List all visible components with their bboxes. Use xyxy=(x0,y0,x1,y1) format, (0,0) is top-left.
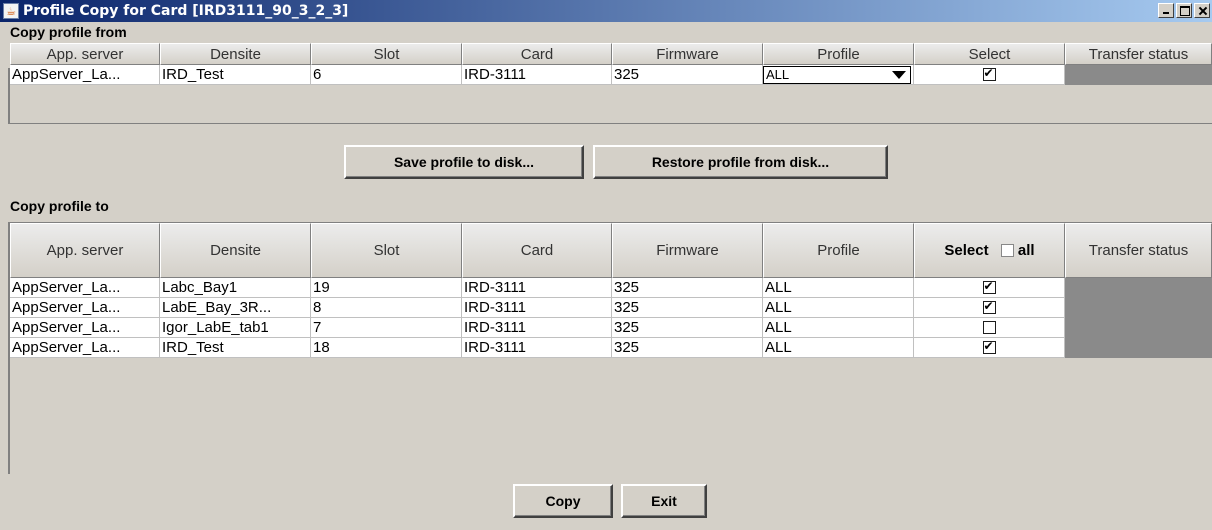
target-select-checkbox[interactable] xyxy=(982,299,996,314)
cell-app-server[interactable]: AppServer_La... xyxy=(10,278,160,298)
cell-select xyxy=(914,278,1065,298)
cell-profile[interactable]: ALL xyxy=(763,278,914,298)
target-rows: AppServer_La... Labc_Bay1 19 IRD-3111 325 ALL… xyxy=(10,278,1212,358)
copy-from-header-row: App. server Densite Slot Card Firmware P… xyxy=(10,43,1212,65)
cell-transfer-status xyxy=(1065,338,1212,358)
select-all-checkbox[interactable] xyxy=(1000,243,1014,257)
header-firmware[interactable]: Firmware xyxy=(612,223,763,278)
restore-profile-button[interactable]: Restore profile from disk... xyxy=(593,145,888,179)
minimize-button[interactable] xyxy=(1158,3,1174,18)
target-row[interactable]: AppServer_La... Labc_Bay1 19 IRD-3111 325 ALL xyxy=(10,278,1212,298)
cell-transfer-status xyxy=(1065,65,1212,85)
header-select[interactable]: Select xyxy=(914,43,1065,65)
cell-select xyxy=(914,338,1065,358)
copy-to-header-row: App. server Densite Slot Card Firmware P… xyxy=(10,223,1212,278)
title-bar[interactable]: ☕ Profile Copy for Card [IRD3111_90_3_2_… xyxy=(0,0,1212,22)
cell-app-server[interactable]: AppServer_La... xyxy=(10,318,160,338)
exit-button[interactable]: Exit xyxy=(621,484,707,518)
cell-densite[interactable]: LabE_Bay_3R... xyxy=(160,298,311,318)
cell-select xyxy=(914,318,1065,338)
header-app-server[interactable]: App. server xyxy=(10,43,160,65)
cell-transfer-status xyxy=(1065,318,1212,338)
header-densite[interactable]: Densite xyxy=(160,223,311,278)
source-select-checkbox[interactable] xyxy=(982,66,996,81)
copy-button[interactable]: Copy xyxy=(513,484,613,518)
header-transfer-status[interactable]: Transfer status xyxy=(1065,43,1212,65)
header-app-server[interactable]: App. server xyxy=(10,223,160,278)
cell-densite[interactable]: IRD_Test xyxy=(160,338,311,358)
cell-app-server[interactable]: AppServer_La... xyxy=(10,65,160,85)
header-profile[interactable]: Profile xyxy=(763,223,914,278)
select-all-label: all xyxy=(1017,242,1035,259)
header-card[interactable]: Card xyxy=(462,223,612,278)
cell-card[interactable]: IRD-3111 xyxy=(462,298,612,318)
copy-from-table: App. server Densite Slot Card Firmware P… xyxy=(10,43,1212,85)
copy-to-label: Copy profile to xyxy=(10,198,109,214)
header-transfer-status[interactable]: Transfer status xyxy=(1065,223,1212,278)
cell-select xyxy=(914,298,1065,318)
cell-slot[interactable]: 19 xyxy=(311,278,462,298)
header-slot[interactable]: Slot xyxy=(311,43,462,65)
close-button[interactable] xyxy=(1194,3,1210,18)
cell-slot[interactable]: 8 xyxy=(311,298,462,318)
window-title: Profile Copy for Card [IRD3111_90_3_2_3] xyxy=(23,3,349,19)
dropdown-arrow-icon[interactable] xyxy=(892,70,906,79)
cell-firmware[interactable]: 325 xyxy=(612,338,763,358)
profile-dropdown[interactable]: ALL xyxy=(763,65,911,84)
target-row[interactable]: AppServer_La... LabE_Bay_3R... 8 IRD-3111 32… xyxy=(10,298,1212,318)
cell-densite[interactable]: Igor_LabE_tab1 xyxy=(160,318,311,338)
cell-card[interactable]: IRD-3111 xyxy=(462,318,612,338)
cell-card[interactable]: IRD-3111 xyxy=(462,65,612,85)
cell-transfer-status xyxy=(1065,298,1212,318)
target-select-checkbox[interactable] xyxy=(982,339,996,354)
maximize-button[interactable] xyxy=(1176,3,1192,18)
cell-densite[interactable]: Labc_Bay1 xyxy=(160,278,311,298)
target-row[interactable]: AppServer_La... Igor_LabE_tab1 7 IRD-3111 32… xyxy=(10,318,1212,338)
copy-to-table: App. server Densite Slot Card Firmware P… xyxy=(10,223,1212,358)
cell-transfer-status xyxy=(1065,278,1212,298)
cell-card[interactable]: IRD-3111 xyxy=(462,338,612,358)
profile-dropdown-value: ALL xyxy=(766,67,790,82)
cell-profile: ALL xyxy=(763,65,914,85)
cell-profile[interactable]: ALL xyxy=(763,318,914,338)
cell-firmware[interactable]: 325 xyxy=(612,318,763,338)
cell-card[interactable]: IRD-3111 xyxy=(462,278,612,298)
cell-firmware[interactable]: 325 xyxy=(612,298,763,318)
cell-firmware[interactable]: 325 xyxy=(612,65,763,85)
header-slot[interactable]: Slot xyxy=(311,223,462,278)
header-select: Select xyxy=(944,242,989,259)
target-select-checkbox[interactable] xyxy=(982,320,996,334)
header-select-all[interactable]: Select all xyxy=(914,223,1065,278)
cell-select xyxy=(914,65,1065,85)
cell-firmware[interactable]: 325 xyxy=(612,278,763,298)
cell-slot[interactable]: 6 xyxy=(311,65,462,85)
window-controls xyxy=(1158,3,1210,18)
cell-slot[interactable]: 18 xyxy=(311,338,462,358)
cell-profile[interactable]: ALL xyxy=(763,338,914,358)
source-row[interactable]: AppServer_La... IRD_Test 6 IRD-3111 325 … xyxy=(10,65,1212,85)
cell-app-server[interactable]: AppServer_La... xyxy=(10,338,160,358)
header-profile[interactable]: Profile xyxy=(763,43,914,65)
header-firmware[interactable]: Firmware xyxy=(612,43,763,65)
java-app-icon: ☕ xyxy=(3,3,19,19)
cell-app-server[interactable]: AppServer_La... xyxy=(10,298,160,318)
cell-slot[interactable]: 7 xyxy=(311,318,462,338)
copy-from-label: Copy profile from xyxy=(10,24,127,40)
target-row[interactable]: AppServer_La... IRD_Test 18 IRD-3111 325 ALL xyxy=(10,338,1212,358)
save-profile-button[interactable]: Save profile to disk... xyxy=(344,145,584,179)
target-select-checkbox[interactable] xyxy=(982,279,996,294)
header-densite[interactable]: Densite xyxy=(160,43,311,65)
header-card[interactable]: Card xyxy=(462,43,612,65)
cell-densite[interactable]: IRD_Test xyxy=(160,65,311,85)
cell-profile[interactable]: ALL xyxy=(763,298,914,318)
